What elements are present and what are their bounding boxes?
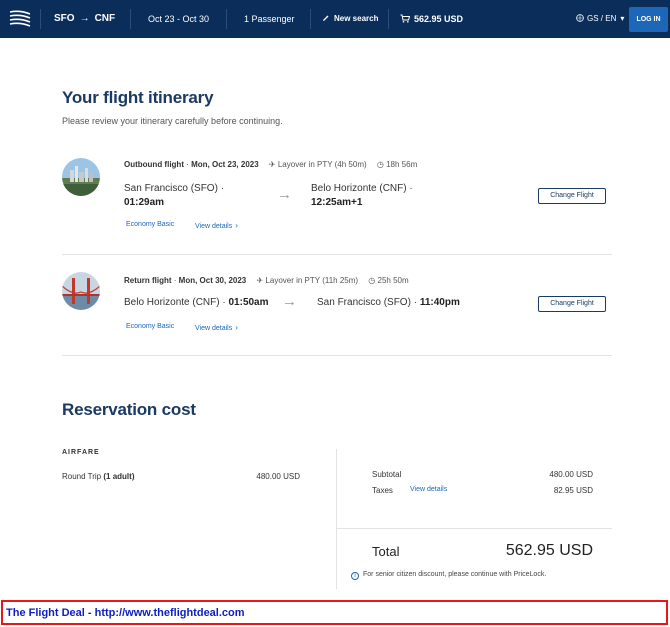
arrow-right-icon: →	[277, 186, 292, 203]
header-divider	[226, 9, 227, 29]
travel-dates[interactable]: Oct 23 - Oct 30	[148, 0, 209, 38]
return-fare-class[interactable]: Economy Basic	[126, 323, 174, 330]
return-duration: 25h 50m	[377, 276, 409, 285]
outbound-view-details-link[interactable]: View details ›	[195, 221, 238, 230]
return-departure: Belo Horizonte (CNF) · 01:50am	[124, 296, 269, 310]
taxes-view-details-link[interactable]: View details	[410, 486, 447, 493]
outbound-view-details-label: View details	[195, 223, 233, 230]
locale-label: GS / EN	[587, 14, 617, 23]
outbound-departure: San Francisco (SFO) · 01:29am	[124, 182, 224, 210]
new-search-label: New search	[334, 14, 379, 23]
return-view-details-label: View details	[195, 325, 233, 332]
new-search-button[interactable]: New search	[322, 0, 378, 38]
subtotal-value: 480.00 USD	[549, 470, 593, 479]
chevron-right-icon: ›	[235, 323, 238, 332]
globe-icon	[576, 14, 584, 22]
return-layover: Layover in PTY (11h 25m)	[265, 276, 359, 285]
login-button[interactable]: LOG IN	[629, 7, 668, 32]
plane-icon: ✈	[268, 160, 276, 169]
route-summary[interactable]: SFO → CNF	[54, 0, 115, 38]
arrow-right-icon: →	[282, 293, 297, 310]
header-divider	[388, 9, 389, 29]
outbound-flight-label: Outbound flight	[124, 160, 184, 169]
destination-code: CNF	[94, 13, 116, 24]
airline-logo-icon[interactable]	[8, 10, 32, 28]
outbound-to-time: 12:25am+1	[311, 197, 363, 208]
adult-count: (1 adult)	[103, 472, 135, 481]
cart-total-value: 562.95 USD	[414, 14, 464, 24]
header-divider	[130, 9, 131, 29]
outbound-duration: 18h 56m	[386, 160, 418, 169]
section-divider	[62, 355, 612, 356]
outbound-arrival: Belo Horizonte (CNF) · 12:25am+1	[311, 182, 413, 210]
clock-icon: ◷	[376, 160, 384, 169]
return-to-city: San Francisco (SFO) ·	[317, 297, 418, 308]
clock-icon: ◷	[368, 276, 376, 285]
golden-gate-image	[62, 272, 100, 310]
taxes-label: Taxes	[372, 486, 393, 495]
outbound-flight-date: Mon, Oct 23, 2023	[191, 160, 259, 169]
senior-discount-note: i For senior citizen discount, please con…	[351, 571, 546, 580]
total-label: Total	[372, 544, 400, 559]
pencil-icon	[323, 15, 329, 21]
chevron-right-icon: ›	[235, 221, 238, 230]
subtotal-label: Subtotal	[372, 470, 402, 479]
outbound-fare-class[interactable]: Economy Basic	[126, 221, 174, 228]
return-view-details-link[interactable]: View details ›	[195, 323, 238, 332]
info-icon: i	[351, 572, 359, 580]
cart-icon	[400, 14, 411, 23]
return-flight-date: Mon, Oct 30, 2023	[178, 276, 247, 285]
top-nav-bar: SFO → CNF Oct 23 - Oct 30 1 Passenger New …	[0, 0, 670, 38]
outbound-change-flight-button[interactable]: Change Flight	[538, 188, 606, 204]
outbound-to-city: Belo Horizonte (CNF) ·	[311, 183, 413, 194]
return-arrival: San Francisco (SFO) · 11:40pm	[317, 296, 460, 310]
outbound-layover: Layover in PTY (4h 50m)	[277, 160, 367, 169]
section-divider	[62, 254, 612, 255]
round-trip-price: 480.00 USD	[256, 472, 300, 481]
return-from-time: 01:50am	[228, 297, 269, 308]
return-change-flight-button[interactable]: Change Flight	[538, 296, 606, 312]
return-flight-label: Return flight	[124, 276, 172, 285]
senior-discount-text: For senior citizen discount, please cont…	[363, 571, 547, 578]
outbound-from-time: 01:29am	[124, 197, 165, 208]
cart-total[interactable]: 562.95 USD	[400, 0, 463, 38]
flight-deal-banner-text[interactable]: The Flight Deal - http://www.theflightde…	[6, 607, 245, 619]
header-divider	[40, 9, 41, 29]
airfare-label: AIRFARE	[62, 449, 100, 456]
total-divider	[337, 528, 612, 529]
return-to-time: 11:40pm	[419, 297, 460, 308]
locale-selector[interactable]: GS / EN ▾	[576, 0, 624, 38]
flight-deal-banner: The Flight Deal - http://www.theflightde…	[1, 600, 668, 625]
reservation-cost-title: Reservation cost	[62, 400, 196, 419]
outbound-flight-header: Outbound flight · Mon, Oct 23, 2023 ✈ La…	[124, 160, 418, 169]
taxes-value: 82.95 USD	[553, 486, 593, 495]
passenger-count[interactable]: 1 Passenger	[244, 0, 295, 38]
return-from-city: Belo Horizonte (CNF) ·	[124, 297, 226, 308]
itinerary-title: Your flight itinerary	[62, 88, 214, 107]
header-divider	[310, 9, 311, 29]
plane-icon: ✈	[256, 276, 264, 285]
return-flight-header: Return flight · Mon, Oct 30, 2023 ✈ Layo…	[124, 276, 409, 285]
route-arrow-icon: →	[79, 13, 90, 24]
outbound-from-city: San Francisco (SFO) ·	[124, 183, 225, 194]
chevron-down-icon: ▾	[620, 14, 625, 23]
san-francisco-image	[62, 158, 100, 196]
total-value: 562.95 USD	[505, 542, 593, 559]
round-trip-text: Round Trip	[62, 472, 102, 481]
round-trip-label: Round Trip (1 adult)	[62, 472, 134, 481]
origin-code: SFO	[54, 13, 75, 24]
itinerary-subtitle: Please review your itinerary carefully b…	[62, 116, 283, 126]
cost-column-divider	[336, 449, 337, 589]
